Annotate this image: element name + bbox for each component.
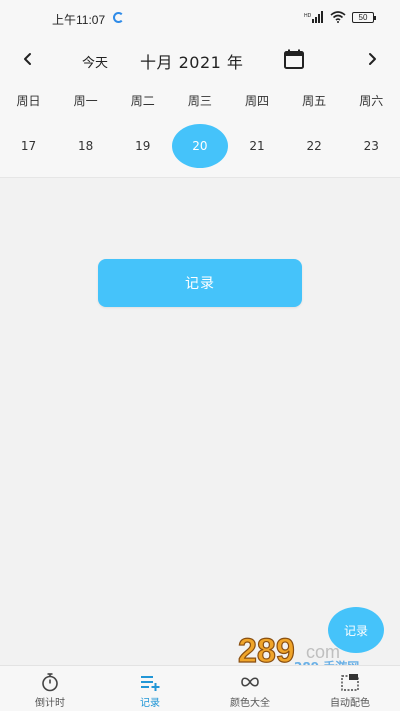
calendar-nav: 今天 十月 2021 年: [0, 38, 400, 84]
date-number: 18: [78, 139, 94, 153]
infinity-icon: [241, 677, 259, 687]
weekday-label: 周日: [16, 94, 41, 108]
date-cell[interactable]: 22: [286, 124, 343, 168]
stopwatch-icon: [42, 673, 58, 692]
date-cell[interactable]: 21: [229, 124, 286, 168]
signal-icon: HD: [304, 11, 323, 23]
bottom-nav: 倒计时 记录 颜色大全 自动配色: [0, 665, 400, 711]
nav-label: 记录: [140, 698, 160, 709]
today-button[interactable]: 今天: [82, 52, 108, 71]
nav-label: 颜色大全: [230, 698, 270, 709]
date-cell[interactable]: 18: [57, 124, 114, 168]
signal-label: HD: [304, 13, 312, 19]
weekday-label: 周二: [130, 94, 155, 108]
nav-label: 自动配色: [330, 698, 370, 709]
month-title: 十月 2021 年: [140, 53, 244, 72]
next-week-button[interactable]: [362, 49, 382, 69]
date-number: 22: [306, 139, 322, 153]
wifi-icon: [330, 11, 346, 23]
weekday-label: 周六: [359, 94, 384, 108]
record-button[interactable]: 记录: [98, 259, 302, 307]
weekday-label: 周一: [73, 94, 98, 108]
date-row: 17 18 19 20 21 22 23: [0, 124, 400, 168]
nav-item-auto-color[interactable]: 自动配色: [300, 666, 400, 711]
weekday-row: 周日 周一 周二 周三 周四 周五 周六: [0, 92, 400, 112]
date-cell-selected[interactable]: 20: [171, 124, 228, 168]
status-bar: 上午11:07 HD 50: [0, 0, 400, 38]
status-indicators: HD 50: [304, 11, 376, 23]
weekday-label: 周五: [302, 94, 327, 108]
nav-label: 倒计时: [35, 698, 65, 709]
date-number: 21: [249, 139, 265, 153]
prev-week-button[interactable]: [18, 49, 38, 69]
calendar-picker-icon[interactable]: [283, 48, 305, 70]
date-number: 23: [363, 139, 379, 153]
nav-item-colors[interactable]: 颜色大全: [200, 666, 300, 711]
battery-indicator: 50: [352, 11, 376, 23]
date-cell[interactable]: 19: [114, 124, 171, 168]
nav-item-record[interactable]: 记录: [100, 666, 200, 711]
calendar-header: 今天 十月 2021 年 周日 周一 周二 周三 周四 周五 周六 17 18 …: [0, 38, 400, 178]
weekday-label: 周四: [245, 94, 270, 108]
fab-record-button[interactable]: 记录: [328, 607, 384, 653]
date-cell[interactable]: 23: [343, 124, 400, 168]
date-number: 19: [135, 139, 151, 153]
nav-item-countdown[interactable]: 倒计时: [0, 666, 100, 711]
date-number: 20: [171, 124, 228, 168]
weekday-label: 周三: [187, 94, 212, 108]
sync-icon: [113, 12, 124, 23]
date-cell[interactable]: 17: [0, 124, 57, 168]
date-number: 17: [20, 139, 37, 153]
list-add-icon: [141, 676, 160, 691]
palette-frame-icon: [341, 674, 359, 691]
status-time: 上午11:07: [52, 13, 106, 27]
